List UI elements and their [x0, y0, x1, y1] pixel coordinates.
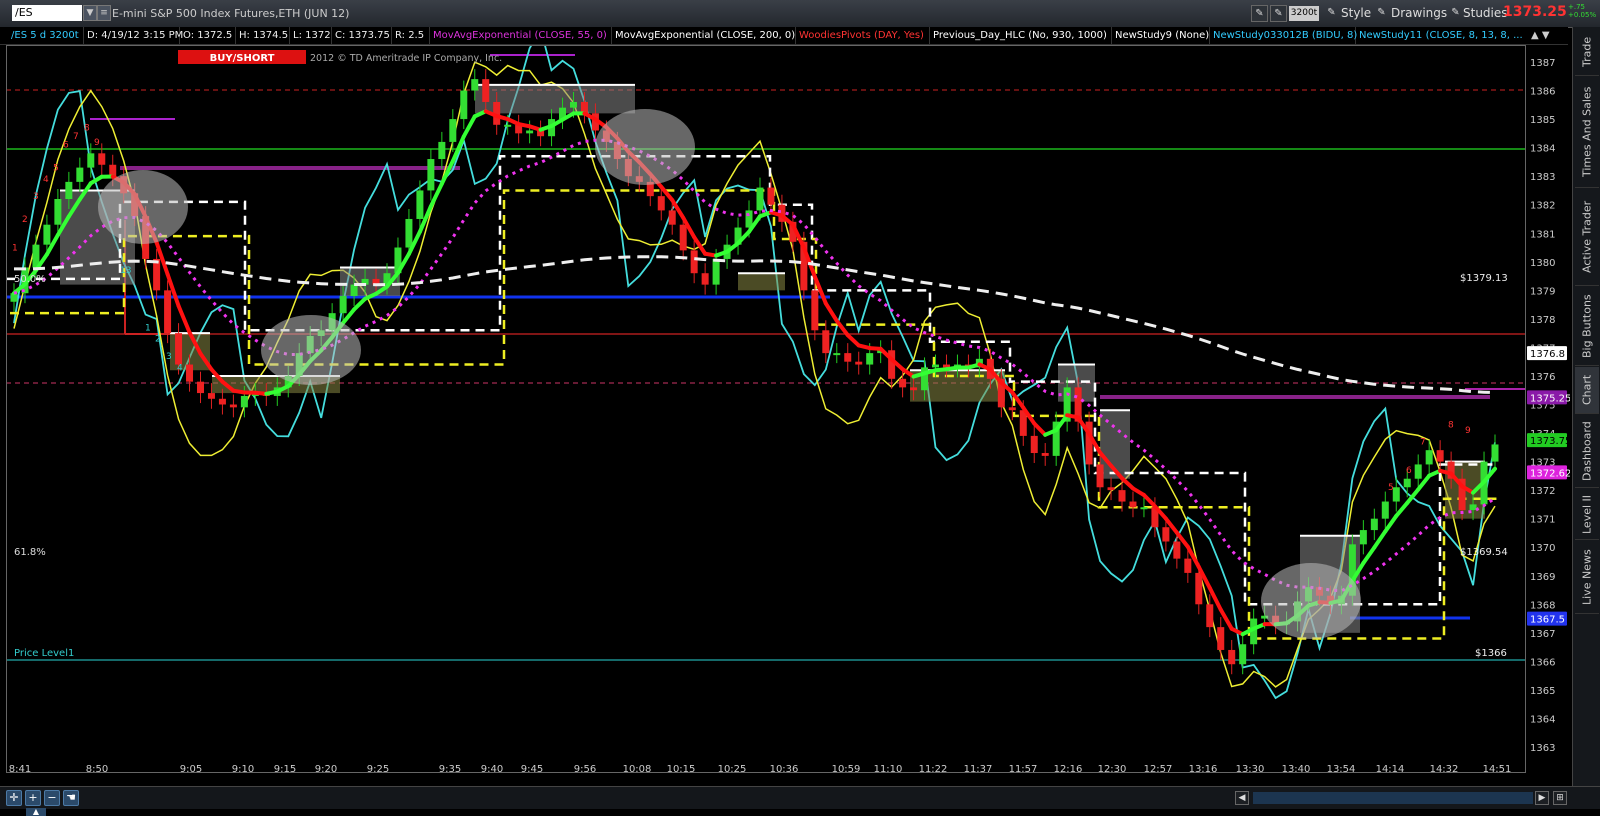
tab-big-buttons[interactable]: Big Buttons	[1575, 287, 1599, 366]
tab-level-ii[interactable]: Level II	[1575, 489, 1599, 540]
study-bar-controls[interactable]: ▲ ▼	[1528, 27, 1568, 44]
scroll-right-icon[interactable]: ▶	[1535, 791, 1549, 805]
crosshair-icon[interactable]: ✎	[1251, 5, 1268, 22]
price-tick-label: 1372	[1530, 486, 1555, 497]
scroll-left-icon[interactable]: ◀	[1235, 791, 1249, 805]
pan-icon[interactable]: ✛	[6, 790, 22, 806]
price-tag-label: 1376.8	[1530, 349, 1565, 360]
bar-open: O: 1372.5	[180, 27, 236, 44]
price-tick-label: 1386	[1530, 87, 1555, 98]
style-menu[interactable]: Style	[1341, 5, 1371, 22]
symbol-input[interactable]: /ES	[12, 5, 82, 21]
price-tick-label: 1369	[1530, 572, 1555, 583]
price-tick-label: 1384	[1530, 144, 1555, 155]
studies-menu[interactable]: Studies	[1463, 5, 1508, 22]
price-tick-label: 1382	[1530, 201, 1555, 212]
aggregation-selector[interactable]: 3200t	[1289, 6, 1319, 21]
zoom-out-icon[interactable]: −	[44, 790, 60, 806]
price-tick-label: 1385	[1530, 115, 1555, 126]
study-newstudy033012b[interactable]: NewStudy033012B (BIDU, 8)	[1210, 27, 1357, 44]
price-tick-label: 1370	[1530, 543, 1555, 554]
study-info-bar: /ES 5 d 3200t D: 4/19/12 3:15 PM O: 1372…	[0, 27, 1568, 45]
price-tick-label: 1387	[1530, 58, 1555, 69]
price-change: +.75 +0.05%	[1568, 3, 1596, 19]
price-tag-label: 1373.75	[1530, 436, 1570, 447]
price-tick-label: 1371	[1530, 515, 1555, 526]
tab-dashboard[interactable]: Dashboard	[1575, 415, 1599, 488]
bar-date: D: 4/19/12 3:15 PM	[84, 27, 183, 44]
tools-icon[interactable]: ✎	[1270, 5, 1287, 22]
price-tick-label: 1363	[1530, 743, 1555, 754]
price-tick-label: 1368	[1530, 600, 1555, 611]
drawings-icon[interactable]: ✎	[1373, 5, 1390, 22]
tab-times-and-sales[interactable]: Times And Sales	[1575, 77, 1599, 188]
price-change-percent: +0.05%	[1568, 11, 1597, 19]
collapse-panel-icon[interactable]: ▲	[26, 808, 46, 816]
hand-icon[interactable]: ☚	[63, 790, 79, 806]
studies-icon[interactable]: ✎	[1447, 5, 1464, 22]
price-tick-label: 1364	[1530, 714, 1555, 725]
last-price: 1373.25	[1503, 4, 1567, 20]
bar-close: C: 1373.75	[332, 27, 392, 44]
price-tick-label: 1367	[1530, 629, 1555, 640]
top-toolbar: /ES ▼ ≡ E-mini S&P 500 Index Futures,ETH…	[0, 0, 1600, 28]
study-ema55[interactable]: MovAvgExponential (CLOSE, 55, 0)	[430, 27, 612, 44]
tab-live-news[interactable]: Live News	[1575, 541, 1599, 614]
zoom-in-icon[interactable]: +	[25, 790, 41, 806]
price-change-points: +.75	[1568, 3, 1585, 11]
price-tick-label: 1383	[1530, 172, 1555, 183]
price-tag-label: 1372.62	[1530, 468, 1570, 479]
price-tick-label: 1365	[1530, 686, 1555, 697]
price-tick-label: 1366	[1530, 657, 1555, 668]
style-icon[interactable]: ✎	[1323, 5, 1340, 22]
instrument-title: E-mini S&P 500 Index Futures,ETH (JUN 12…	[112, 7, 350, 20]
bottom-toolbar: ✛ + − ☚ ◀ ▶ ⊞	[0, 786, 1600, 809]
price-tag-label: 1375.25	[1530, 393, 1570, 404]
study-newstudy9[interactable]: NewStudy9 (None)	[1112, 27, 1210, 44]
bar-range: R: 2.5	[392, 27, 430, 44]
right-side-tabs: Trade Times And Sales Active Trader Big …	[1572, 27, 1600, 787]
study-ema200[interactable]: MovAvgExponential (CLOSE, 200, 0)	[612, 27, 796, 44]
time-scrollbar[interactable]	[1253, 792, 1533, 804]
tab-trade[interactable]: Trade	[1575, 29, 1599, 76]
tab-active-trader[interactable]: Active Trader	[1575, 189, 1599, 286]
tab-chart[interactable]: Chart	[1575, 367, 1599, 414]
study-prev-day-hlc[interactable]: Previous_Day_HLC (No, 930, 1000)	[930, 27, 1112, 44]
chart-desc: /ES 5 d 3200t	[8, 27, 84, 44]
chart-frame	[6, 45, 1526, 773]
study-newstudy11[interactable]: NewStudy11 (CLOSE, 8, 13, 8, ...	[1356, 27, 1523, 44]
price-tick-label: 1381	[1530, 229, 1555, 240]
price-tag-label: 1367.5	[1530, 615, 1565, 626]
drawings-menu[interactable]: Drawings	[1391, 5, 1447, 22]
bar-low: L: 1372	[290, 27, 332, 44]
price-axis: 1387 1386 1385 1384 1383 1382 1381 1380 1379 1378…	[1530, 58, 1555, 754]
expand-icon[interactable]: ⊞	[1553, 791, 1567, 805]
price-tick-label: 1380	[1530, 258, 1555, 269]
study-woodies-pivots[interactable]: WoodiesPivots (DAY, Yes)	[796, 27, 930, 44]
price-tick-label: 1378	[1530, 315, 1555, 326]
bar-high: H: 1374.5	[236, 27, 290, 44]
price-tick-label: 1376	[1530, 372, 1555, 383]
symbol-dropdown-button[interactable]: ▼	[83, 5, 97, 21]
symbol-lookup-button[interactable]: ≡	[97, 5, 111, 21]
price-tick-label: 1379	[1530, 286, 1555, 297]
